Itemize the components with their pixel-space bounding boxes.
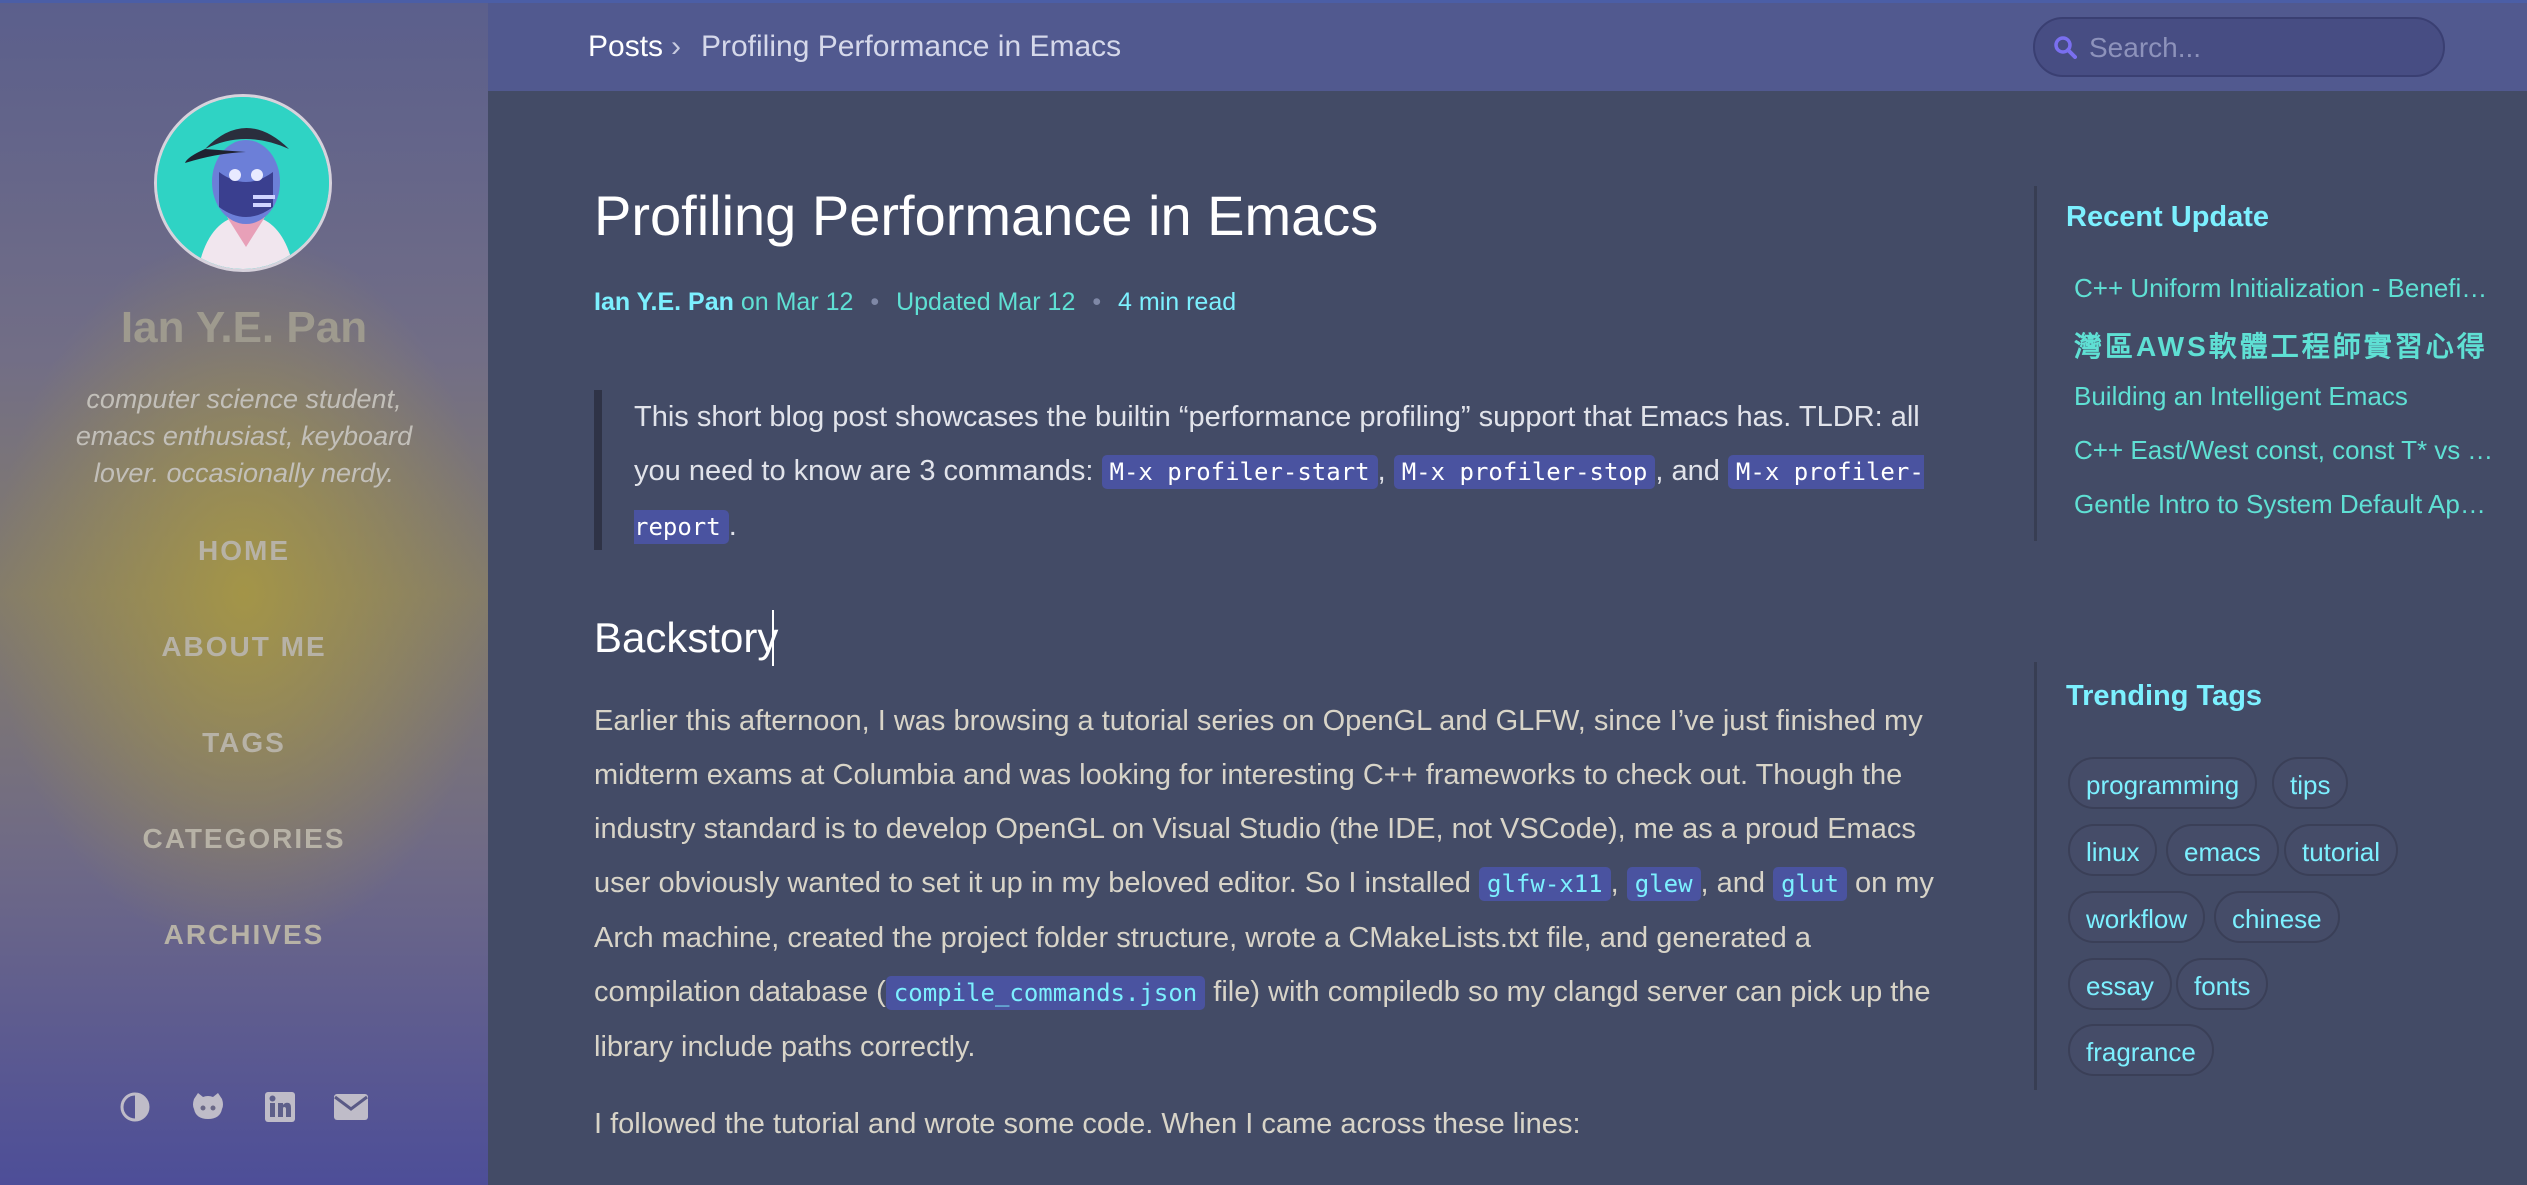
trending-tags-title: Trending Tags — [2066, 680, 2263, 712]
tag-tips[interactable]: tips — [2272, 757, 2349, 809]
avatar[interactable] — [154, 94, 332, 272]
meta-separator: • — [1092, 288, 1102, 316]
code-glut: glut — [1773, 867, 1847, 901]
code-compile-commands: compile_commands.json — [885, 976, 1206, 1010]
tag-essay[interactable]: essay — [2068, 958, 2172, 1010]
tag-chinese[interactable]: chinese — [2214, 891, 2340, 943]
github-icon[interactable] — [188, 1087, 228, 1127]
tag-linux[interactable]: linux — [2068, 824, 2158, 876]
recent-item[interactable]: Gentle Intro to System Default Applicati… — [2074, 489, 2494, 520]
sidebar: Ian Y.E. Pan computer science student, e… — [0, 0, 488, 1185]
post-title: Profiling Performance in Emacs — [594, 184, 1379, 247]
recent-item[interactable]: C++ Uniform Initialization - Benefits & … — [2074, 273, 2494, 304]
post-author[interactable]: Ian Y.E. Pan — [594, 288, 734, 316]
summary-blockquote: This short blog post showcases the built… — [594, 390, 1924, 550]
tag-fonts[interactable]: fonts — [2176, 958, 2269, 1010]
quote-punct: , and — [1655, 455, 1720, 487]
theme-toggle-icon[interactable] — [115, 1087, 155, 1127]
tag-emacs[interactable]: emacs — [2166, 824, 2279, 876]
breadcrumb-separator: › — [671, 30, 681, 63]
para-text: , — [1610, 867, 1619, 899]
post-meta: Ian Y.E. Pan on Mar 12 • Updated Mar 12 … — [594, 288, 1236, 317]
recent-item[interactable]: C++ East/West const, const T* vs T const… — [2074, 435, 2494, 466]
code-glfw: glfw-x11 — [1479, 867, 1611, 901]
site-subtitle: computer science student, emacs enthusia… — [75, 384, 413, 488]
breadcrumb-posts[interactable]: Posts — [588, 30, 663, 64]
post-date: on Mar 12 — [740, 288, 854, 316]
panel-divider — [2034, 662, 2037, 1090]
topbar: Posts › Profiling Performance in Emacs — [488, 0, 2527, 91]
search-input[interactable] — [2087, 29, 2421, 67]
nav-home[interactable]: HOME — [0, 535, 488, 567]
site-title[interactable]: Ian Y.E. Pan — [0, 303, 488, 353]
tag-workflow[interactable]: workflow — [2068, 891, 2206, 943]
avatar-illustration — [157, 97, 329, 269]
recent-update-title: Recent Update — [2066, 201, 2270, 233]
text-cursor — [772, 610, 774, 666]
search-box[interactable] — [2033, 17, 2445, 77]
nav-tags[interactable]: TAGS — [0, 727, 488, 759]
nav-archives[interactable]: ARCHIVES — [0, 919, 488, 951]
breadcrumb-current: Profiling Performance in Emacs — [701, 30, 1122, 63]
tag-programming[interactable]: programming — [2068, 757, 2258, 809]
para-text: , and — [1700, 867, 1766, 899]
body-paragraph: Earlier this afternoon, I was browsing a… — [594, 694, 1964, 1074]
linkedin-icon[interactable] — [260, 1087, 300, 1127]
quote-punct: . — [728, 510, 737, 542]
code-profiler-stop: M-x profiler-stop — [1393, 455, 1656, 489]
search-icon — [2054, 36, 2077, 59]
quote-punct: , — [1377, 455, 1386, 487]
code-glew: glew — [1626, 867, 1701, 901]
panel-divider — [2034, 186, 2037, 541]
meta-separator: • — [870, 288, 880, 316]
nav-about-me[interactable]: ABOUT ME — [0, 631, 488, 663]
section-heading: Backstory — [594, 614, 779, 661]
tag-tutorial[interactable]: tutorial — [2284, 824, 2399, 876]
body-paragraph: I followed the tutorial and wrote some c… — [594, 1108, 1581, 1140]
recent-item[interactable]: 灣區AWS軟體工程師實習心得 — [2074, 325, 2494, 365]
post-updated: Updated Mar 12 — [896, 288, 1076, 316]
email-icon[interactable] — [331, 1087, 371, 1127]
read-time: 4 min read — [1118, 288, 1237, 316]
nav-categories[interactable]: CATEGORIES — [0, 823, 488, 855]
tag-fragrance[interactable]: fragrance — [2068, 1024, 2214, 1076]
recent-item[interactable]: Building an Intelligent Emacs — [2074, 381, 2494, 412]
code-profiler-start: M-x profiler-start — [1101, 455, 1378, 489]
